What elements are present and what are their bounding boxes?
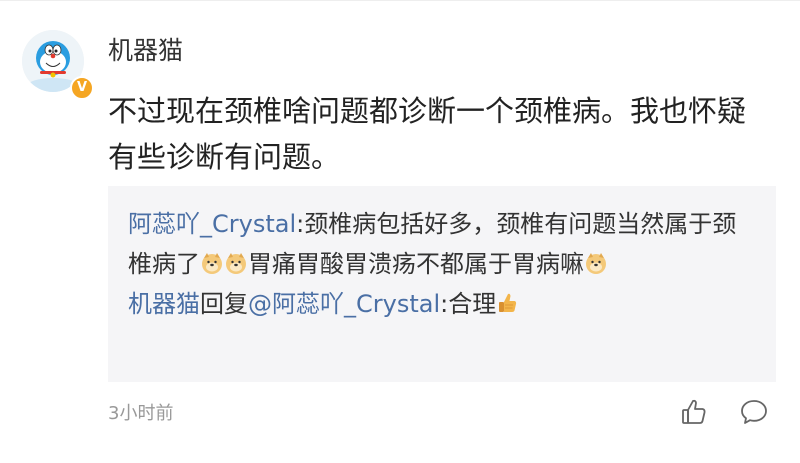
reply-colon: : xyxy=(440,290,449,318)
reply-text: 合理 xyxy=(448,290,497,318)
reply-author-link[interactable]: 机器猫 xyxy=(128,290,200,318)
verified-badge-icon: V xyxy=(70,76,94,100)
reply-item: 阿蕊吖_Crystal:颈椎病包括好多，颈椎有问题当然属于颈椎病了 胃痛胃酸胃溃疡… xyxy=(128,204,754,284)
doge-emoji-icon xyxy=(584,251,608,275)
user-avatar[interactable]: V xyxy=(22,30,94,102)
reply-section: 阿蕊吖_Crystal:颈椎病包括好多，颈椎有问题当然属于颈椎病了 胃痛胃酸胃溃疡… xyxy=(108,186,776,382)
comment-timestamp: 3小时前 xyxy=(108,403,174,424)
reply-colon: : xyxy=(296,210,305,238)
reply-text-part2: 胃痛胃酸胃溃疡不都属于胃病嘛 xyxy=(248,250,584,278)
comment-username[interactable]: 机器猫 xyxy=(108,31,183,71)
top-divider xyxy=(0,0,800,1)
doge-emoji-icon xyxy=(200,251,224,275)
reply-word: 回复 xyxy=(200,290,248,318)
comment-icon[interactable] xyxy=(738,396,770,428)
reply-item: 机器猫回复@阿蕊吖_Crystal:合理 xyxy=(128,284,754,324)
reply-author-link[interactable]: 阿蕊吖_Crystal xyxy=(128,210,296,238)
mention-link[interactable]: @阿蕊吖_Crystal xyxy=(248,290,440,318)
comment-text: 不过现在颈椎啥问题都诊断一个颈椎病。我也怀疑有些诊断有问题。 xyxy=(108,94,747,174)
doge-emoji-icon xyxy=(224,251,248,275)
thumbs-up-emoji-icon xyxy=(496,291,518,315)
thumbs-up-icon[interactable] xyxy=(678,396,710,428)
